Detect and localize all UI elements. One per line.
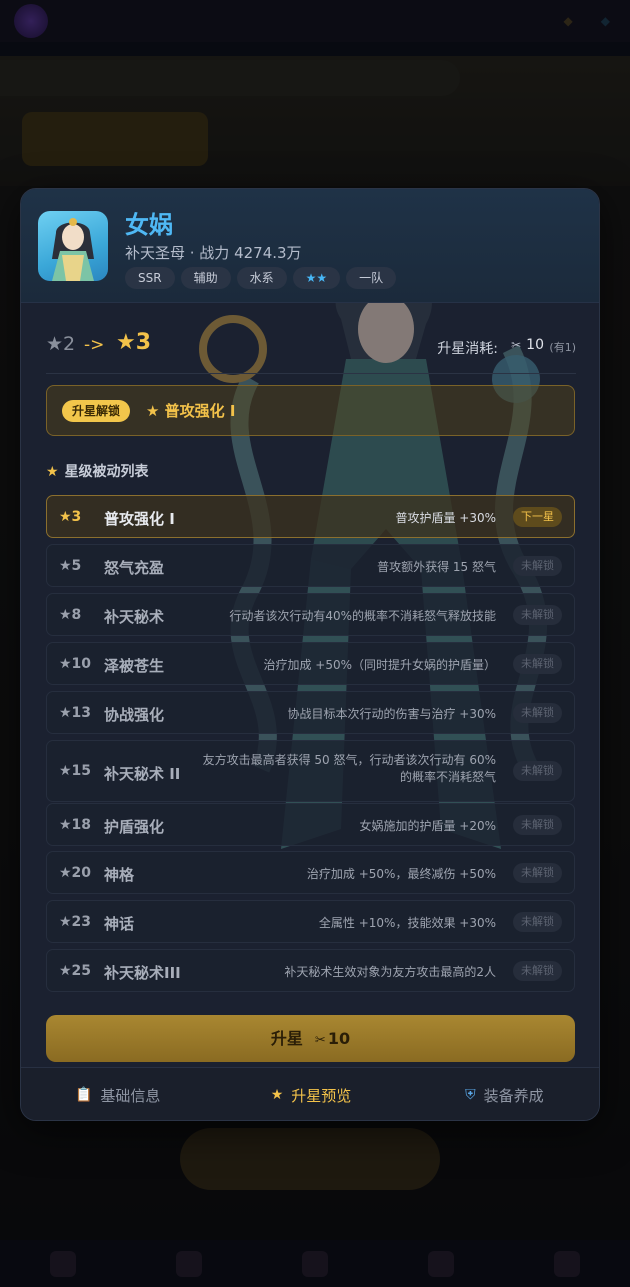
passive-status-badge: 未解锁 bbox=[513, 912, 562, 932]
shield-icon: ⛨ bbox=[465, 1087, 476, 1103]
cost-label: 升星消耗: bbox=[437, 341, 498, 357]
passive-star: ★5 bbox=[59, 558, 82, 574]
passive-star: ★23 bbox=[59, 914, 92, 930]
passive-star: ★10 bbox=[59, 656, 92, 672]
star-upgrade-button[interactable]: 升星 ✂ 10 bbox=[46, 1015, 575, 1062]
passive-status-badge: 未解锁 bbox=[513, 863, 562, 883]
passive-name: 神格 bbox=[104, 866, 135, 884]
current-star-level: ★2 bbox=[46, 333, 76, 355]
tab-label: 基础信息 bbox=[100, 1086, 161, 1105]
cost-owned: (有1) bbox=[549, 341, 576, 354]
passive-desc: 女娲施加的护盾量 +20% bbox=[359, 819, 496, 833]
passive-desc: 协战目标本次行动的伤害与治疗 +30% bbox=[287, 707, 496, 721]
arrow-icon: -> bbox=[84, 335, 105, 355]
passive-list-title: ★ 星级被动列表 bbox=[46, 461, 149, 481]
passive-star: ★25 bbox=[59, 963, 92, 979]
passive-name: 怒气充盈 bbox=[104, 559, 165, 577]
tab-label: 升星预览 bbox=[291, 1086, 352, 1105]
modal-tab-bar: 📋 基础信息 ★ 升星预览 ⛨ 装备养成 bbox=[21, 1067, 599, 1120]
passive-row[interactable]: ★10 泽被苍生 治疗加成 +50%（同时提升女娲的护盾量） 未解锁 bbox=[46, 642, 575, 685]
passive-name: 补天秘术 II bbox=[104, 765, 181, 783]
passive-name: 护盾强化 bbox=[104, 818, 165, 836]
hero-avatar bbox=[38, 211, 108, 281]
team-tag: 一队 bbox=[346, 267, 397, 289]
passive-star: ★18 bbox=[59, 817, 92, 833]
passive-row[interactable]: ★20 神格 治疗加成 +50%，最终减伤 +50% 未解锁 bbox=[46, 851, 575, 894]
tab-label: 装备养成 bbox=[483, 1086, 544, 1105]
passive-desc: 行动者该次行动有40%的概率不消耗怒气释放技能 bbox=[229, 609, 496, 623]
divider bbox=[46, 373, 576, 374]
unlock-skill-name: ★ 普攻强化 I bbox=[146, 402, 236, 420]
tab-star-preview[interactable]: ★ 升星预览 bbox=[214, 1068, 407, 1120]
passive-status-badge: 下一星 bbox=[513, 507, 562, 527]
passive-desc: 普攻额外获得 15 怒气 bbox=[377, 560, 496, 574]
scroll-icon: ✂ bbox=[314, 1033, 326, 1048]
star-icon: ★ bbox=[270, 1087, 284, 1103]
star-upgrade-summary: ★2 -> ★3 升星消耗: 10 (有1) bbox=[46, 327, 576, 367]
passive-name: 泽被苍生 bbox=[104, 657, 165, 675]
passive-star: ★15 bbox=[59, 763, 92, 779]
star-upgrade-button-cost: 10 bbox=[327, 1029, 351, 1048]
tab-equipment[interactable]: ⛨ 装备养成 bbox=[408, 1068, 599, 1120]
star-tag: ★★ bbox=[292, 267, 341, 289]
hero-subtitle: 补天圣母 · 战力 4274.3万 bbox=[125, 244, 302, 262]
target-star-level: ★3 bbox=[116, 330, 152, 355]
passive-status-badge: 未解锁 bbox=[513, 654, 562, 674]
hero-tags: SSR 辅助 水系 ★★ 一队 bbox=[125, 267, 397, 289]
passive-row[interactable]: ★15 补天秘术 II 友方攻击最高者获得 50 怒气，行动者该次行动有 60%… bbox=[46, 740, 575, 802]
passive-name: 神话 bbox=[104, 915, 135, 933]
passive-desc: 普攻护盾量 +30% bbox=[395, 511, 496, 525]
hero-avatar-icon bbox=[52, 218, 94, 281]
passive-row[interactable]: ★18 护盾强化 女娲施加的护盾量 +20% 未解锁 bbox=[46, 803, 575, 846]
star-upgrade-button-label: 升星 bbox=[270, 1029, 303, 1048]
passive-star: ★13 bbox=[59, 705, 92, 721]
cost-value: 10 bbox=[511, 337, 544, 353]
clipboard-icon: 📋 bbox=[74, 1087, 93, 1103]
unlock-badge: 升星解锁 bbox=[62, 400, 131, 422]
passive-name: 协战强化 bbox=[104, 706, 165, 724]
role-tag: 辅助 bbox=[180, 267, 231, 289]
passive-star: ★20 bbox=[59, 865, 92, 881]
passive-desc: 友方攻击最高者获得 50 怒气，行动者该次行动有 60% 的概率不消耗怒气 bbox=[202, 753, 496, 784]
star-unlock-preview: 升星解锁 ★ 普攻强化 I bbox=[46, 385, 575, 436]
passive-star: ★8 bbox=[59, 607, 82, 623]
element-tag: 水系 bbox=[236, 267, 287, 289]
passive-row[interactable]: ★8 补天秘术 行动者该次行动有40%的概率不消耗怒气释放技能 未解锁 bbox=[46, 593, 575, 636]
passive-status-badge: 未解锁 bbox=[513, 605, 562, 625]
passive-desc: 全属性 +10%，技能效果 +30% bbox=[318, 916, 496, 930]
hero-header: 女娲 补天圣母 · 战力 4274.3万 SSR 辅助 水系 ★★ 一队 bbox=[21, 189, 599, 303]
rarity-tag: SSR bbox=[125, 267, 175, 289]
hero-name: 女娲 bbox=[125, 211, 173, 239]
passive-desc: 治疗加成 +50%（同时提升女娲的护盾量） bbox=[263, 658, 496, 672]
passive-name: 普攻强化 I bbox=[104, 510, 175, 528]
hero-detail-modal: 女娲 补天圣母 · 战力 4274.3万 SSR 辅助 水系 ★★ 一队 ★2 … bbox=[20, 188, 600, 1121]
passive-status-badge: 未解锁 bbox=[513, 703, 562, 723]
passive-status-badge: 未解锁 bbox=[513, 961, 562, 981]
passive-row[interactable]: ★13 协战强化 协战目标本次行动的伤害与治疗 +30% 未解锁 bbox=[46, 691, 575, 734]
passive-row[interactable]: ★5 怒气充盈 普攻额外获得 15 怒气 未解锁 bbox=[46, 544, 575, 587]
star-icon: ★ bbox=[46, 464, 59, 480]
passive-name: 补天秘术 bbox=[104, 608, 165, 626]
passive-row[interactable]: ★25 补天秘术III 补天秘术生效对象为友方攻击最高的2人 未解锁 bbox=[46, 949, 575, 992]
passive-row[interactable]: ★23 神话 全属性 +10%，技能效果 +30% 未解锁 bbox=[46, 900, 575, 943]
passive-status-badge: 未解锁 bbox=[513, 556, 562, 576]
passive-row[interactable]: ★3 普攻强化 I 普攻护盾量 +30% 下一星 bbox=[46, 495, 575, 538]
passive-desc: 补天秘术生效对象为友方攻击最高的2人 bbox=[284, 965, 496, 979]
passive-status-badge: 未解锁 bbox=[513, 815, 562, 835]
passive-name: 补天秘术III bbox=[104, 964, 181, 982]
passive-list-title-text: 星级被动列表 bbox=[64, 464, 149, 480]
passive-star: ★3 bbox=[59, 509, 82, 525]
passive-desc: 治疗加成 +50%，最终减伤 +50% bbox=[306, 867, 496, 881]
tab-basic-info[interactable]: 📋 基础信息 bbox=[21, 1068, 214, 1120]
passive-status-badge: 未解锁 bbox=[513, 761, 562, 781]
